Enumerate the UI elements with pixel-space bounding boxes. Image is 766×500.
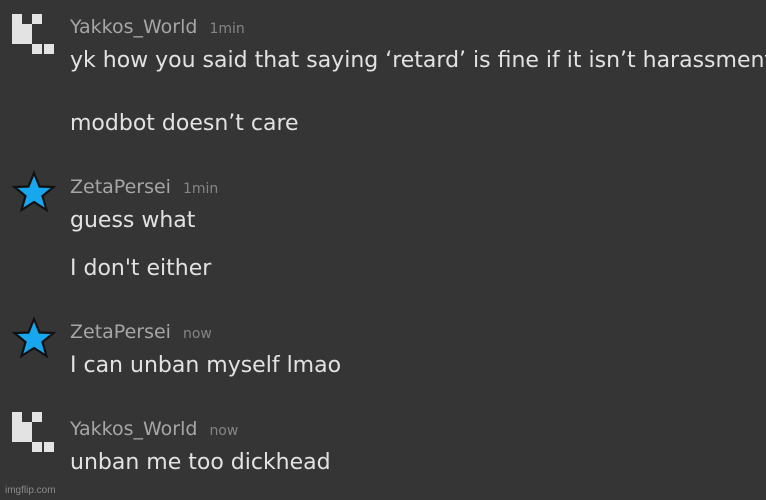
timestamp: now [182,326,212,342]
blue-star-icon[interactable] [11,316,57,360]
message-text: yk how you said that saying ‘retard’ is … [70,48,766,73]
message-text: guess what [70,208,196,233]
pixel-block-icon[interactable] [12,14,56,58]
message-text: I can unban myself lmao [70,353,342,378]
username[interactable]: Yakkos_World [70,16,197,38]
watermark: imgflip.com [5,485,56,496]
message-header: Yakkos_World now [70,418,238,440]
pixel-block-icon[interactable] [12,412,56,456]
message-text: unban me too dickhead [70,450,331,475]
message-header: ZetaPersei now [70,321,212,343]
chat-log: Yakkos_World 1min yk how you said that sa… [0,0,766,500]
message-text: modbot doesn’t care [70,111,299,136]
timestamp: 1min [182,181,219,197]
message-header: ZetaPersei 1min [70,176,218,198]
username[interactable]: Yakkos_World [70,418,197,440]
timestamp: 1min [209,21,245,37]
username[interactable]: ZetaPersei [70,321,171,343]
username[interactable]: ZetaPersei [70,176,171,198]
message-header: Yakkos_World 1min [70,16,245,38]
message-text: I don't either [70,256,212,281]
timestamp: now [209,423,239,439]
blue-star-icon[interactable] [11,170,57,214]
